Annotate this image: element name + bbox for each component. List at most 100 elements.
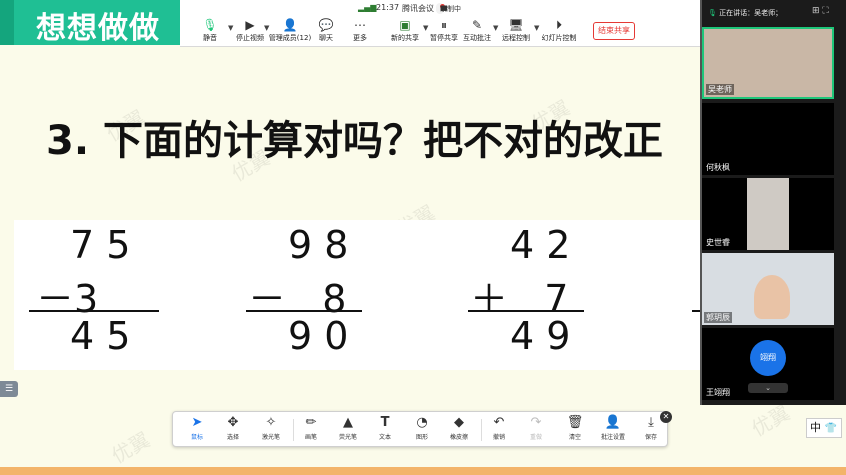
undo-icon: ↶ xyxy=(493,415,505,430)
redo-button[interactable]: ↷ 重做 xyxy=(518,414,554,446)
mute-label: 静音 xyxy=(203,34,217,42)
ellipsis-icon: ⋯ xyxy=(354,18,366,32)
more-label: 更多 xyxy=(353,34,367,42)
annotation-toolbar: ➤ 鼠标 ✥ 选择 ✧ 激光笔 ✏ 画笔 ▲ 荧光笔 T 文本 ◔ 图形 ◆ 橡皮擦 ↶ 撤销 ↷… xyxy=(172,411,668,447)
tool-label: 撤销 xyxy=(492,434,505,441)
close-icon[interactable]: ✕ xyxy=(660,411,672,423)
clock: 21:37 xyxy=(376,3,400,12)
new-share-button[interactable]: ▣ 新的共享 xyxy=(383,18,427,46)
tool-label: 图形 xyxy=(415,434,428,441)
recording-indicator[interactable]: 录制中 ▮▮ ■ xyxy=(436,3,461,14)
problem-top-number: 7 5 xyxy=(70,223,131,267)
trash-icon: 🗑 xyxy=(566,415,584,430)
problem-top-number: 4 2 xyxy=(510,223,571,267)
video-tile[interactable]: 吴老师 xyxy=(702,27,834,99)
participant-name: 吴老师 xyxy=(706,84,734,95)
cursor-icon: ➤ xyxy=(191,415,203,430)
video-tile[interactable]: 郭玥辰 xyxy=(702,253,834,325)
problem-3: 4 2 ＋ 7 4 9 xyxy=(466,220,596,370)
end-share-button[interactable]: 结束共享 xyxy=(593,22,635,40)
tool-label: 清空 xyxy=(568,434,581,441)
problem-line xyxy=(246,310,362,312)
problem-1: 7 5 －3 4 5 xyxy=(24,220,174,370)
problem-line xyxy=(468,310,584,312)
avatar[interactable]: 翊翔 xyxy=(750,340,786,376)
text-icon: T xyxy=(380,415,390,430)
microphone-icon: 🎙 xyxy=(708,9,717,17)
slide-bottom-stripe xyxy=(0,467,846,475)
tool-label: 保存 xyxy=(644,434,657,441)
chevron-down-icon[interactable]: ⌄ xyxy=(748,383,788,393)
tool-label: 批注设置 xyxy=(600,434,625,441)
pen-tool[interactable]: ✏ 画笔 xyxy=(293,414,329,446)
annotate-button[interactable]: ✎ 互动批注 xyxy=(455,18,499,46)
app-name: 腾讯会议 xyxy=(402,4,434,13)
problem-top-number: 9 8 xyxy=(288,223,349,267)
slideshow-control-button[interactable]: ⏵ 幻灯片控制 xyxy=(537,18,581,46)
speaking-indicator: 🎙 正在讲话：吴老师； xyxy=(708,8,782,18)
eraser-icon: ◆ xyxy=(454,415,464,430)
title-accent xyxy=(0,0,14,45)
problem-line xyxy=(29,310,159,312)
shirt-icon: 👕 xyxy=(824,423,837,434)
microphone-icon: 🎙 xyxy=(202,18,218,32)
slideshow-icon: ⏵ xyxy=(555,18,562,32)
problem-result: 4 9 xyxy=(510,314,571,358)
problem-result: 4 5 xyxy=(70,314,131,358)
text-tool[interactable]: T 文本 xyxy=(367,414,403,446)
tool-label: 鼠标 xyxy=(190,434,203,441)
new-share-label: 新的共享 xyxy=(391,34,419,42)
problem-2: 9 8 － 8 9 0 xyxy=(244,220,374,370)
video-tile[interactable]: 何秋枫 xyxy=(702,103,834,175)
annotation-settings-button[interactable]: 👤 批注设置 xyxy=(595,414,631,446)
slide-title: 想想做做 xyxy=(36,11,160,46)
grid-view-icon[interactable]: ⊞ xyxy=(812,6,820,16)
laser-pointer-tool[interactable]: ✧ 激光笔 xyxy=(253,414,289,446)
more-button[interactable]: ⋯ 更多 xyxy=(338,18,382,46)
slideshow-label: 幻灯片控制 xyxy=(541,34,577,42)
tool-label: 画笔 xyxy=(304,434,317,441)
undo-button[interactable]: ↶ 撤销 xyxy=(481,414,517,446)
participant-name: 郭玥辰 xyxy=(704,312,732,323)
problem-result: 9 0 xyxy=(288,314,349,358)
video-tile[interactable]: 史世睿 xyxy=(702,178,834,250)
panel-controls: ⊞ ⛶ xyxy=(812,6,829,16)
stop-video-label: 停止视频 xyxy=(236,34,264,42)
stop-icon[interactable]: ■ xyxy=(440,4,447,12)
ime-mode-label: 中 xyxy=(810,421,821,434)
cursor-tool[interactable]: ➤ 鼠标 xyxy=(179,414,215,446)
eraser-tool[interactable]: ◆ 橡皮擦 xyxy=(441,414,477,446)
tool-label: 荧光笔 xyxy=(338,434,357,441)
laser-pointer-icon: ✧ xyxy=(265,415,277,430)
tool-label: 重做 xyxy=(529,434,542,441)
watermark: 优翼 xyxy=(107,427,155,469)
select-tool[interactable]: ✥ 选择 xyxy=(215,414,251,446)
tool-label: 选择 xyxy=(226,434,239,441)
problems-area: 7 5 －3 4 5 9 8 － 8 9 0 4 2 ＋ 7 4 9 xyxy=(14,220,704,370)
participant-video xyxy=(747,178,789,250)
title-banner: 想想做做 xyxy=(14,0,180,46)
shape-tool[interactable]: ◔ 图形 xyxy=(404,414,440,446)
annotation-settings-icon: 👤 xyxy=(604,415,622,430)
screen-share-icon: ▣ xyxy=(399,18,411,32)
tool-label: 激光笔 xyxy=(261,434,280,441)
shape-icon: ◔ xyxy=(416,415,428,430)
participant-name: 王翊翔 xyxy=(704,387,732,398)
slide-list-toggle[interactable]: ☰ xyxy=(0,381,18,397)
pen-icon: ✏ xyxy=(305,415,317,430)
remote-control-icon: 🖥 xyxy=(508,18,524,32)
stop-video-button[interactable]: ▶ 停止视频 xyxy=(228,18,272,46)
input-method-indicator[interactable]: 中 👕 xyxy=(806,418,842,438)
remote-control-label: 远程控制 xyxy=(502,34,530,42)
status-bar: ▂▄▆ 21:37 腾讯会议 录制中 ▮▮ ■ xyxy=(180,2,500,14)
clear-button[interactable]: 🗑 清空 xyxy=(557,414,593,446)
remote-control-button[interactable]: 🖥 远程控制 xyxy=(494,18,538,46)
redo-icon: ↷ xyxy=(530,415,542,430)
mute-button[interactable]: 🎙 静音 xyxy=(188,18,232,46)
participant-name: 何秋枫 xyxy=(704,162,732,173)
participant-video xyxy=(754,275,790,319)
fullscreen-icon[interactable]: ⛶ xyxy=(822,6,828,16)
highlighter-tool[interactable]: ▲ 荧光笔 xyxy=(330,414,366,446)
signal-bars-icon: ▂▄▆ xyxy=(358,3,377,12)
tool-label: 文本 xyxy=(378,434,391,441)
